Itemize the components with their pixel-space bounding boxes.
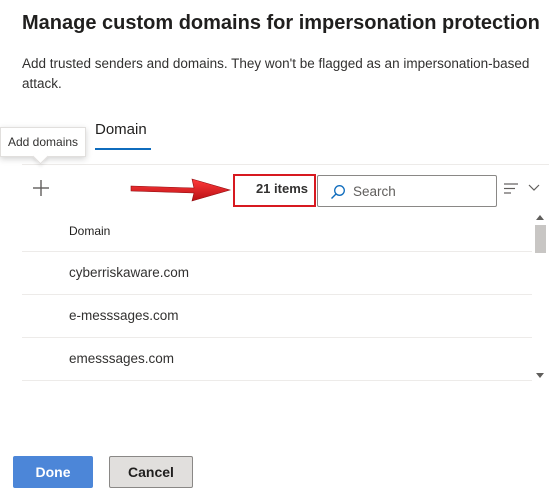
domains-list: Domain cyberriskaware.com e-messsages.co…: [22, 212, 532, 382]
items-count: 21 items: [233, 174, 316, 207]
view-options-button[interactable]: [503, 179, 545, 199]
scroll-thumb[interactable]: [535, 225, 546, 253]
search-box[interactable]: [317, 175, 497, 207]
column-header-label: Domain: [69, 224, 111, 238]
panel-title: Manage custom domains for impersonation …: [22, 12, 540, 34]
domain-cell: emesssages.com: [69, 351, 175, 366]
list-scrollbar[interactable]: [532, 212, 549, 382]
domain-cell: e-messsages.com: [69, 308, 179, 323]
table-row[interactable]: emesssages.com: [22, 338, 532, 381]
search-icon: [331, 185, 345, 199]
tab-divider: [22, 164, 549, 165]
column-header-domain[interactable]: Domain: [22, 212, 532, 252]
red-arrow-annotation: [130, 178, 232, 202]
done-button[interactable]: Done: [13, 456, 93, 488]
tab-domain[interactable]: Domain: [95, 121, 147, 138]
search-input[interactable]: [353, 181, 488, 201]
lines-icon: [504, 183, 518, 194]
table-row[interactable]: cyberriskaware.com: [22, 252, 532, 295]
domain-cell: cyberriskaware.com: [69, 265, 190, 280]
tab-selected-indicator: [95, 148, 151, 150]
add-domain-button[interactable]: [29, 176, 53, 200]
cancel-button[interactable]: Cancel: [109, 456, 193, 488]
scroll-up-arrow-icon[interactable]: [536, 215, 544, 220]
panel-description: Add trusted senders and domains. They wo…: [22, 56, 530, 91]
scroll-down-arrow-icon[interactable]: [536, 373, 544, 378]
plus-icon: [33, 180, 49, 196]
add-domains-tooltip: Add domains: [0, 127, 87, 157]
table-row[interactable]: e-messsages.com: [22, 295, 532, 338]
chevron-down-icon: [528, 184, 540, 191]
